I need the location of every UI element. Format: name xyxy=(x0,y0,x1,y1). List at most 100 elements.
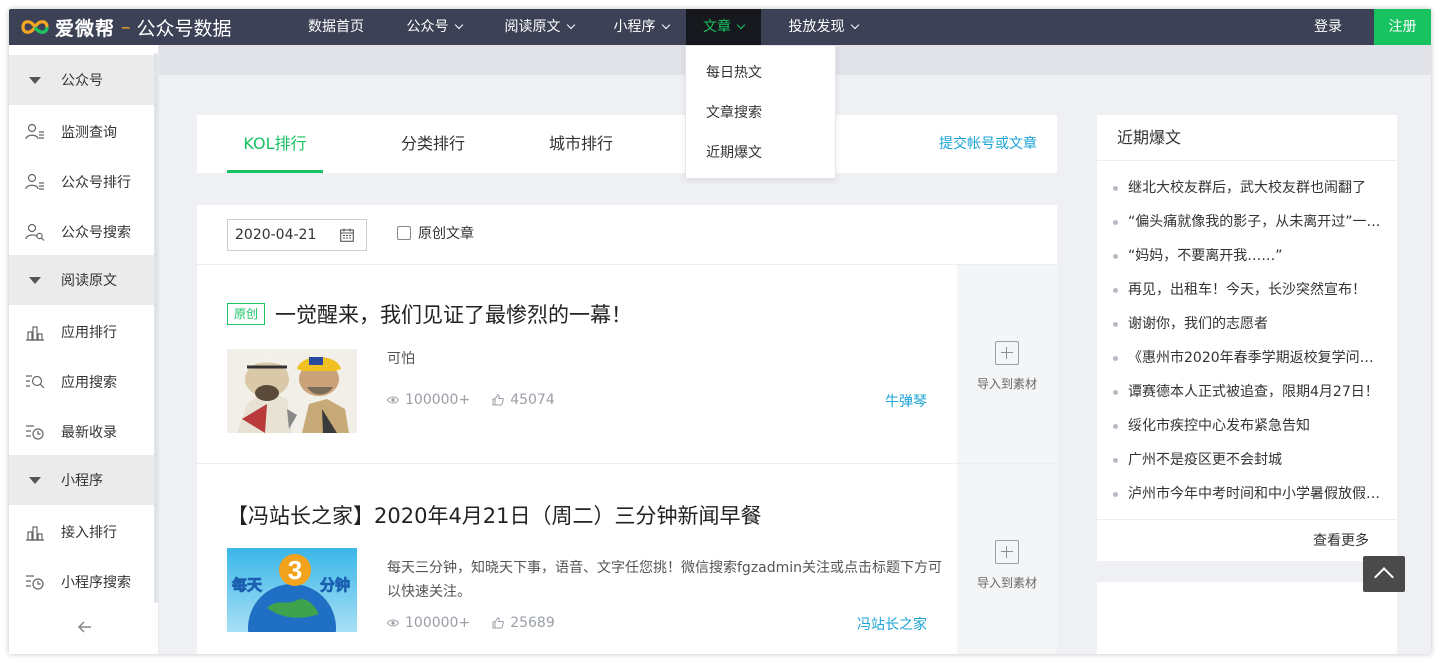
article-title-row: 【冯站长之家】2020年4月21日（周二）三分钟新闻早餐 xyxy=(227,500,762,530)
login-button[interactable]: 登录 xyxy=(1298,9,1358,45)
bar-chart-icon xyxy=(26,526,44,541)
nav-articles[interactable]: 文章 xyxy=(686,9,761,45)
article-card: 【冯站长之家】2020年4月21日（周二）三分钟新闻早餐 3 每天 分钟 每天三… xyxy=(197,464,1057,654)
sidebar-item-app-rank[interactable]: 应用排行 xyxy=(9,307,154,357)
hot-list: 继北大校友群后，武大校友群也闹翻了 “偏头痛就像我的影子，从未离开过”一… “妈… xyxy=(1097,161,1397,511)
dropdown-item-article-search[interactable]: 文章搜索 xyxy=(686,93,835,133)
nav-read-original-label: 阅读原文 xyxy=(504,19,561,35)
sidebar-item-label: 应用排行 xyxy=(61,325,117,341)
sidebar-item-account-rank[interactable]: 公众号排行 xyxy=(9,157,154,207)
list-clock-icon xyxy=(26,425,44,440)
chevron-down-icon xyxy=(454,20,463,30)
nav-miniprogram[interactable]: 小程序 xyxy=(597,9,685,45)
list-item[interactable]: 广州不是疫区更不会封城 xyxy=(1097,443,1387,477)
sidebar: 公众号 监测查询 公众号排行 公众号搜索 阅读原文 应用排行 应用搜索 最新收录… xyxy=(9,45,159,654)
list-item[interactable]: “偏头痛就像我的影子，从未离开过”一… xyxy=(1097,205,1387,239)
thumbs-up-icon xyxy=(492,617,505,629)
recent-viral-panel: 近期爆文 继北大校友群后，武大校友群也闹翻了 “偏头痛就像我的影子，从未离开过”… xyxy=(1097,115,1397,561)
dropdown-item-daily-hot[interactable]: 每日热文 xyxy=(686,53,835,93)
articles-dropdown-menu: 每日热文 文章搜索 近期爆文 xyxy=(685,45,836,179)
nav-ad-discovery[interactable]: 投放发现 xyxy=(773,9,873,45)
sidebar-item-label: 公众号搜索 xyxy=(61,225,131,241)
tab-city-rank[interactable]: 城市排行 xyxy=(531,115,631,173)
import-to-material[interactable]: 导入到素材 xyxy=(957,464,1057,654)
caret-down-icon xyxy=(29,476,41,484)
sidebar-item-miniprogram-search[interactable]: 小程序搜索 xyxy=(9,557,154,607)
nav-home[interactable]: 数据首页 xyxy=(295,9,377,45)
brand-subtitle: 公众号数据 xyxy=(136,17,232,40)
chevron-down-icon xyxy=(661,20,670,30)
original-badge: 原创 xyxy=(227,303,266,325)
date-value: 2020-04-21 xyxy=(235,227,317,243)
sidebar-item-latest[interactable]: 最新收录 xyxy=(9,407,154,457)
sidebar-section-label: 阅读原文 xyxy=(61,273,117,289)
article-title[interactable]: 【冯站长之家】2020年4月21日（周二）三分钟新闻早餐 xyxy=(227,500,762,530)
nav-read-original[interactable]: 阅读原文 xyxy=(489,9,589,45)
panel-title: 近期爆文 xyxy=(1097,115,1397,161)
filter-bar: 2020-04-21 原创文章 xyxy=(197,205,1057,265)
sidebar-section-miniprogram[interactable]: 小程序 xyxy=(9,455,154,505)
sidebar-scrollbar[interactable] xyxy=(154,53,158,603)
date-picker[interactable]: 2020-04-21 xyxy=(227,219,367,251)
article-author[interactable]: 牛弹琴 xyxy=(885,391,927,411)
nav-home-label: 数据首页 xyxy=(308,19,364,35)
eye-icon xyxy=(387,619,399,627)
sidebar-item-access-rank[interactable]: 接入排行 xyxy=(9,507,154,557)
rank-tabs: KOL排行 分类排行 城市排行 提交帐号或文章 xyxy=(197,115,1057,173)
list-item[interactable]: 谢谢你，我们的志愿者 xyxy=(1097,307,1387,341)
nav-gongzhonghao[interactable]: 公众号 xyxy=(389,9,479,45)
sidebar-item-app-search[interactable]: 应用搜索 xyxy=(9,357,154,407)
article-desc: 可怕 xyxy=(387,351,415,367)
register-button[interactable]: 注册 xyxy=(1374,9,1431,45)
list-item[interactable]: 继北大校友群后，武大校友群也闹翻了 xyxy=(1097,171,1387,205)
article-author[interactable]: 冯站长之家 xyxy=(857,614,927,634)
sidebar-item-monitor[interactable]: 监测查询 xyxy=(9,107,154,157)
article-title[interactable]: 一觉醒来，我们见证了最惨烈的一幕！ xyxy=(275,299,632,329)
thumbs-up-icon xyxy=(492,394,505,406)
article-stats: 100000+ 25689 xyxy=(387,615,555,631)
list-clock-icon xyxy=(26,575,44,590)
nav-articles-label: 文章 xyxy=(703,19,731,35)
original-checkbox[interactable] xyxy=(397,226,411,240)
sidebar-section-read-original[interactable]: 阅读原文 xyxy=(9,255,154,305)
logo[interactable]: 爱微帮 – 公众号数据 xyxy=(19,13,232,41)
brand-name: 爱微帮 xyxy=(55,17,116,40)
tab-category-rank[interactable]: 分类排行 xyxy=(383,115,483,173)
list-item[interactable]: “妈妈，不要离开我……” xyxy=(1097,239,1387,273)
nav-gongzhonghao-label: 公众号 xyxy=(406,19,449,35)
view-more-link[interactable]: 查看更多 xyxy=(1313,521,1369,561)
back-to-top-button[interactable] xyxy=(1363,556,1405,592)
dropdown-item-recent-viral[interactable]: 近期爆文 xyxy=(686,133,835,173)
sidebar-item-account-search[interactable]: 公众号搜索 xyxy=(9,207,154,257)
caret-down-icon xyxy=(29,76,41,84)
nav-ad-discovery-label: 投放发现 xyxy=(788,19,845,35)
list-item[interactable]: 绥化市疾控中心发布紧急告知 xyxy=(1097,409,1387,443)
chevron-down-icon xyxy=(736,20,746,30)
submit-account-link[interactable]: 提交帐号或文章 xyxy=(939,115,1037,173)
list-item[interactable]: 泸州市今年中考时间和中小学暑假放假… xyxy=(1097,477,1387,511)
view-count: 100000+ xyxy=(405,615,471,631)
article-thumbnail[interactable] xyxy=(227,349,357,433)
import-to-material[interactable]: 导入到素材 xyxy=(957,265,1057,463)
list-item[interactable]: 《惠州市2020年春季学期返校复学问… xyxy=(1097,341,1387,375)
sidebar-item-label: 应用搜索 xyxy=(61,375,117,391)
chevron-down-icon xyxy=(850,20,859,30)
divider xyxy=(1097,519,1397,520)
caret-down-icon xyxy=(29,276,41,284)
article-card: 原创 一觉醒来，我们见证了最惨烈的一幕！ 可怕 100000+ 45074 牛弹… xyxy=(197,265,1057,464)
logo-icon xyxy=(21,20,49,34)
chevron-down-icon xyxy=(566,20,575,30)
eye-icon xyxy=(387,396,399,404)
sidebar-section-gongzhonghao[interactable]: 公众号 xyxy=(9,55,154,105)
tab-kol-rank[interactable]: KOL排行 xyxy=(227,115,323,173)
sidebar-item-label: 接入排行 xyxy=(61,525,117,541)
calendar-icon xyxy=(340,228,354,242)
sidebar-section-label: 小程序 xyxy=(61,473,103,489)
article-thumbnail[interactable]: 3 每天 分钟 xyxy=(227,548,357,632)
collapse-arrow-left-icon[interactable] xyxy=(75,617,95,637)
list-item[interactable]: 再见，出租车！今天，长沙突然宣布！ xyxy=(1097,273,1387,307)
list-item[interactable]: 谭赛德本人正式被追查，限期4月27日！ xyxy=(1097,375,1387,409)
like-count: 25689 xyxy=(510,615,555,631)
sidebar-item-label: 小程序搜索 xyxy=(61,575,131,591)
top-navbar: 爱微帮 – 公众号数据 数据首页 公众号 阅读原文 小程序 文章 投放发现 登录… xyxy=(9,9,1431,45)
